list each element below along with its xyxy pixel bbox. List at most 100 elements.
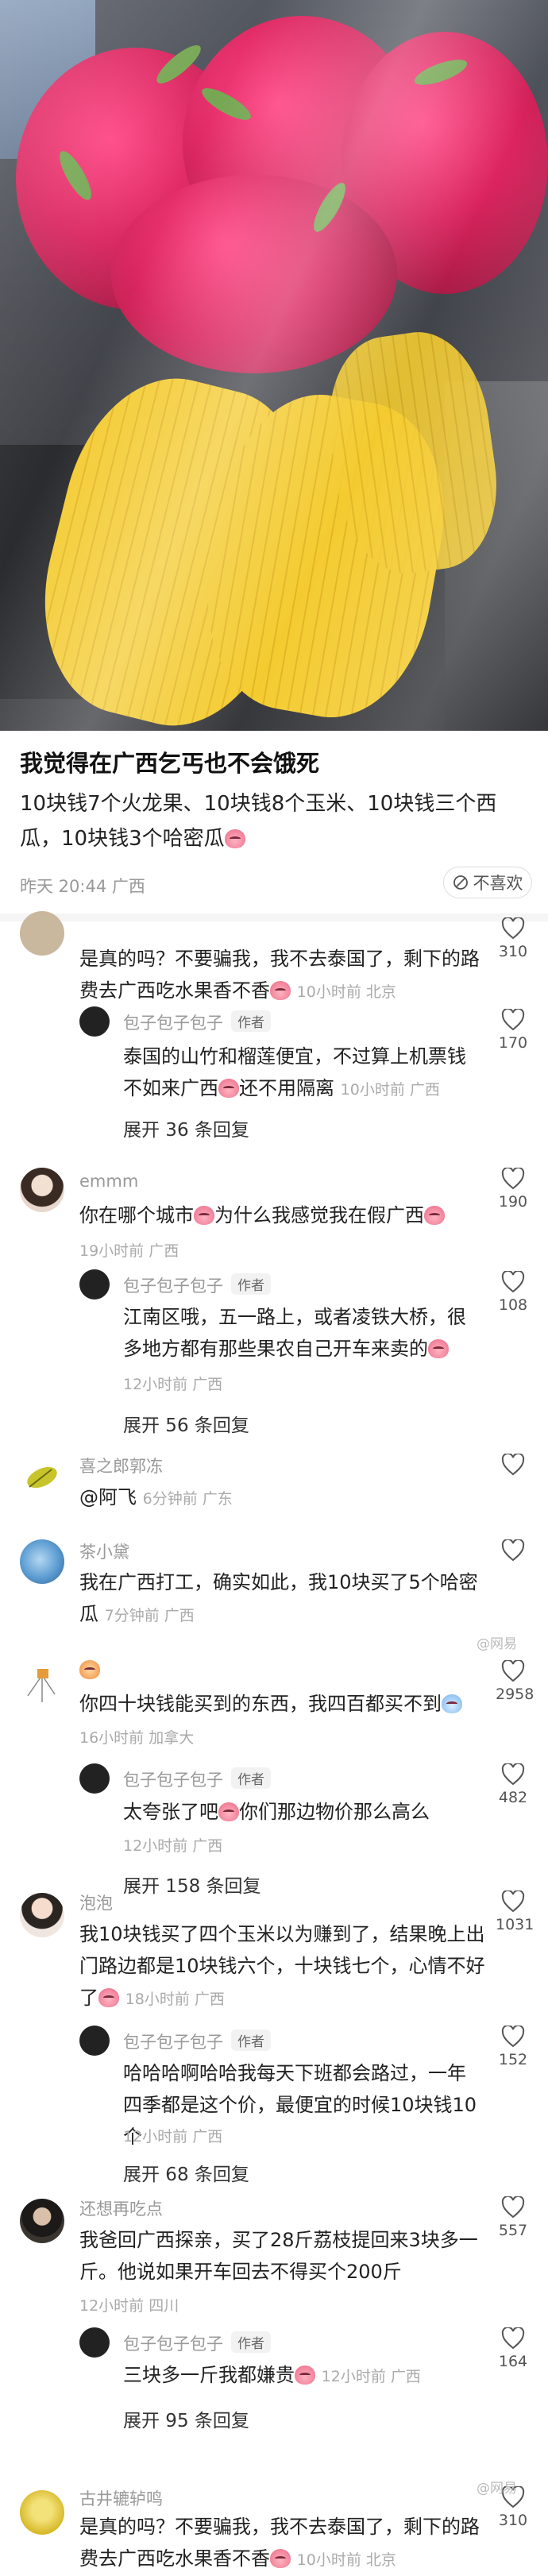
comment-username: 古井辘轳鸣 (79, 2489, 163, 2508)
shy-emoji-icon (194, 1206, 214, 1225)
avatar[interactable] (20, 2490, 64, 2535)
post-title: 我觉得在广西乞丐也不会饿死 (20, 750, 320, 777)
shy-emoji-icon (270, 2549, 291, 2568)
author-avatar[interactable] (79, 2327, 110, 2358)
like-button[interactable]: 1031 (496, 1890, 534, 1933)
like-button[interactable]: 310 (496, 917, 531, 960)
post-body-text: 10块钱7个火龙果、10块钱8个玉米、10块钱三个西瓜，10块钱3个哈密瓜 (20, 792, 497, 851)
reply-username-text: 包子包子包子 (123, 1014, 223, 1033)
comment-username: 喜之郎郭冻 (79, 1457, 163, 1476)
heart-icon (501, 2026, 525, 2048)
shy-emoji-icon (270, 981, 291, 1000)
like-button[interactable]: 164 (496, 2327, 531, 2370)
reply-time: 12小时前 广西 (123, 1837, 223, 1855)
comment-time: 19小时前 广西 (79, 1242, 179, 1260)
heart-icon (501, 1660, 525, 1682)
shy-emoji-icon (224, 829, 245, 848)
avatar[interactable] (20, 911, 64, 956)
expand-replies-button[interactable]: 展开 56 条回复 (123, 1410, 249, 1437)
like-count: 152 (498, 2051, 528, 2068)
heart-icon (501, 2327, 525, 2350)
shy-emoji-icon (218, 1079, 239, 1098)
author-tag: 作者 (231, 1010, 271, 1032)
author-tag: 作者 (231, 2030, 271, 2051)
heart-icon (501, 1271, 525, 1293)
avatar[interactable] (20, 1539, 64, 1584)
cry-emoji-icon (442, 1694, 462, 1713)
comment-text: 我10块钱买了四个玉米以为赚到了，结果晚上出门路边都是10块钱六个，十块钱七个，… (79, 1918, 492, 2015)
expand-replies-button[interactable]: 展开 95 条回复 (123, 2405, 249, 2432)
comment-text: 我在广西打工，确实如此，我10块买了5个哈密瓜 7分钟前 广西 (79, 1566, 492, 1632)
like-count: 557 (498, 2222, 528, 2239)
author-avatar[interactable] (79, 2026, 110, 2056)
like-button[interactable]: 152 (496, 2026, 531, 2068)
post-body: 10块钱7个火龙果、10块钱8个玉米、10块钱三个西瓜，10块钱3个哈密瓜 (20, 786, 528, 856)
like-button[interactable]: 2958 (496, 1660, 534, 1703)
author-avatar[interactable] (79, 1269, 110, 1300)
like-button[interactable]: 170 (496, 1009, 531, 1052)
reply-text: 江南区哦，五一路上，或者凌铁大桥，很多地方都有那些果农自己开车来卖的 (123, 1301, 480, 1365)
comment-text-content: 我爸回广西探亲，买了28斤荔枝提回来3块多一斤。他说如果开车回去不得买个200斤 (79, 2229, 478, 2283)
watermark: @网易 (477, 1636, 517, 1652)
shy-emoji-icon (295, 2366, 315, 2385)
expand-replies-button[interactable]: 展开 68 条回复 (123, 2159, 249, 2186)
avatar[interactable] (20, 1664, 64, 1709)
like-button[interactable]: 190 (496, 1168, 531, 1211)
shy-emoji-icon (424, 1206, 445, 1225)
author-avatar[interactable] (79, 1763, 110, 1794)
reply-time: 10小时前 广西 (340, 1081, 440, 1099)
avatar[interactable] (20, 2199, 64, 2243)
cry-emoji-icon (98, 1988, 119, 2007)
heart-icon (501, 1009, 525, 1031)
badge-icon (79, 1660, 100, 1679)
reply-username-text: 包子包子包子 (123, 2335, 223, 2354)
reply-text-content: 三块多一斤我都嫌贵 (123, 2364, 295, 2386)
like-count: 164 (498, 2353, 528, 2370)
comment-time: 10小时前 北京 (296, 2551, 396, 2569)
plastic-bag (0, 0, 548, 731)
like-count: 108 (498, 1296, 528, 1314)
comment-username: 泡泡 (79, 1894, 113, 1913)
comment-text: 是真的吗？不要骗我，我不去泰国了，剩下的路费去广西吃水果香不香 10小时前 北京 (79, 943, 492, 1008)
heart-icon (501, 1168, 525, 1190)
like-count: 310 (498, 943, 528, 960)
comment-text: 是真的吗？不要骗我，我不去泰国了，剩下的路费去广西吃水果香不香 10小时前 北京 (79, 2511, 492, 2576)
author-avatar[interactable] (79, 1006, 110, 1037)
like-button[interactable]: 482 (496, 1763, 531, 1806)
like-count: 310 (498, 2512, 528, 2529)
reply-username: 包子包子包子 作者 (123, 1767, 271, 1791)
comment-text: @阿飞 6分钟前 广东 (79, 1481, 492, 1515)
reply-text: 三块多一斤我都嫌贵 12小时前 广西 (123, 2359, 480, 2393)
leaf-avatar-icon (27, 1466, 57, 1489)
expand-replies-button[interactable]: 展开 36 条回复 (123, 1114, 249, 1141)
avatar[interactable] (20, 1168, 64, 1212)
like-button[interactable] (496, 1539, 531, 1565)
comment-text-content: 你在哪个城市 (79, 1204, 194, 1226)
avatar[interactable] (20, 1454, 64, 1498)
like-count: 190 (498, 1193, 528, 1211)
author-tag: 作者 (231, 1273, 271, 1295)
dislike-button[interactable]: 不喜欢 (443, 867, 532, 898)
reply-text-content-2: 还不用隔离 (239, 1077, 334, 1099)
author-tag: 作者 (231, 1767, 271, 1789)
comment-time: 16小时前 加拿大 (79, 1729, 195, 1747)
heart-icon (501, 1539, 525, 1562)
comment-text: 你在哪个城市 为什么我感觉我在假广西 (79, 1199, 492, 1231)
comment-username: emmm (79, 1172, 139, 1191)
reply-time: 12小时前 广西 (123, 1376, 223, 1393)
comment-text-content-2: 为什么我感觉我在假广西 (214, 1204, 424, 1226)
heart-icon (501, 2196, 525, 2219)
comment-username: 茶小黛 (79, 1543, 129, 1562)
comment-time: 12小时前 四川 (79, 2297, 179, 2315)
expand-replies-button[interactable]: 展开 158 条回复 (123, 1871, 261, 1898)
post-photo[interactable] (0, 0, 548, 731)
like-button[interactable]: 108 (496, 1271, 531, 1314)
comment-text-content: 你四十块钱能买到的东西，我四百都买不到 (79, 1693, 442, 1715)
avatar[interactable] (20, 1893, 64, 1937)
comment-time: 18小时前 广西 (125, 1991, 225, 2008)
like-button[interactable]: 557 (496, 2196, 531, 2239)
like-count: 482 (498, 1789, 528, 1806)
mention-text[interactable]: @阿飞 (79, 1486, 137, 1508)
like-button[interactable] (496, 1454, 531, 1479)
shy-emoji-icon (428, 1339, 449, 1358)
